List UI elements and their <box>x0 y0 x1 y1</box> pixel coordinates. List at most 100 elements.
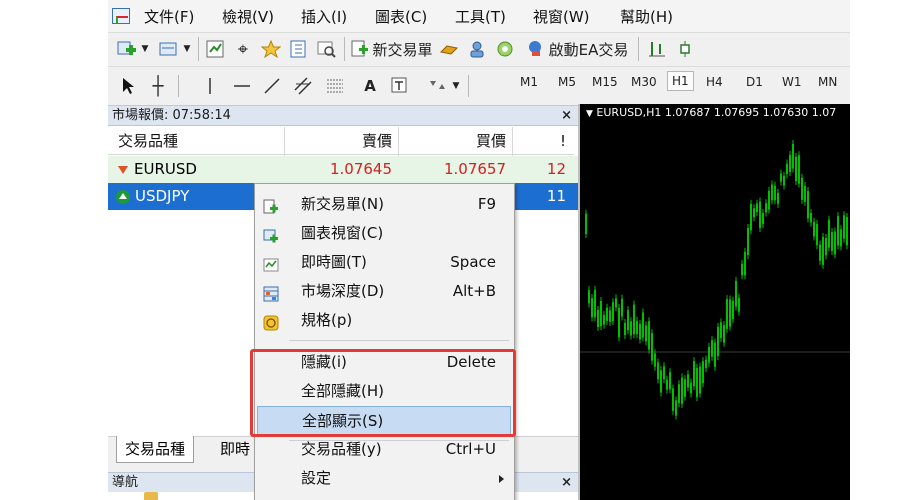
terminal-icon[interactable] <box>288 38 310 60</box>
menu-help[interactable]: 幫助(H) <box>620 6 673 27</box>
trendline-icon[interactable] <box>262 75 282 97</box>
candle-body <box>753 208 755 218</box>
timeframe-m1[interactable]: M1 <box>520 75 538 89</box>
column-header-bid[interactable]: 賣價 <box>284 127 398 155</box>
timeframe-h1[interactable]: H1 <box>667 71 694 91</box>
arrows-icon[interactable] <box>426 75 450 97</box>
equidistant-channel-icon[interactable] <box>292 75 316 97</box>
app-icon[interactable] <box>112 8 130 24</box>
menu-item-specification[interactable]: 規格(p) <box>255 306 514 335</box>
menu-item-shortcut: F9 <box>477 195 496 213</box>
chart-window[interactable]: ▼ EURUSD,H1 1.07687 1.07695 1.07630 1.07 <box>578 104 850 500</box>
candle-body <box>825 237 827 256</box>
menu-item-label: 交易品種(y) <box>301 440 382 458</box>
autotrading-label: 啟動EA交易 <box>548 40 629 59</box>
column-header-spread[interactable]: ! <box>512 127 574 155</box>
toolbar-separator <box>178 75 179 97</box>
candle-body <box>633 304 635 335</box>
menu-separator <box>289 340 509 341</box>
candle-body <box>798 155 800 184</box>
symbol-cell: EURUSD <box>118 156 197 183</box>
menu-item-tick-chart[interactable]: 即時圖(T) Space <box>255 248 514 277</box>
candle-body <box>663 366 665 380</box>
vertical-line-icon[interactable] <box>200 75 220 97</box>
candle-body <box>834 231 836 255</box>
menu-item-shortcut: Alt+B <box>452 282 496 300</box>
tab-symbols[interactable]: 交易品種 <box>116 436 195 463</box>
folder-icon[interactable] <box>144 492 158 500</box>
menu-window[interactable]: 視窗(W) <box>533 6 590 27</box>
timeframe-h4[interactable]: H4 <box>706 75 723 89</box>
table-row[interactable]: EURUSD 1.07645 1.07657 12 <box>108 156 578 183</box>
cursor-icon[interactable] <box>118 75 138 97</box>
gold-bars-icon[interactable] <box>438 38 460 60</box>
new-chart-icon[interactable] <box>116 38 138 60</box>
menu-item-label: 即時圖(T) <box>301 253 367 271</box>
crosshair-tool-icon[interactable]: ┼ <box>148 75 168 97</box>
autotrading-button[interactable]: 啟動EA交易 <box>522 38 632 60</box>
market-watch-icon[interactable] <box>205 38 227 60</box>
candle-body <box>789 154 791 173</box>
menu-view[interactable]: 檢視(V) <box>222 6 274 27</box>
text-label-icon[interactable] <box>388 75 412 97</box>
candle-body <box>813 221 815 237</box>
menu-charts[interactable]: 圖表(C) <box>375 6 427 27</box>
dropdown-arrow-icon[interactable]: ▼ <box>140 38 150 60</box>
symbol-name: USDJPY <box>135 187 190 205</box>
horizontal-line-icon[interactable] <box>232 75 252 97</box>
menu-item-chart-window[interactable]: 圖表視窗(C) <box>255 219 514 248</box>
bar-chart-icon[interactable] <box>646 38 668 60</box>
new-order-label: 新交易單 <box>372 40 433 59</box>
candle-body <box>738 297 740 312</box>
text-tool-icon[interactable]: A <box>360 75 380 97</box>
timeframe-w1[interactable]: W1 <box>782 75 802 89</box>
menu-insert[interactable]: 插入(I) <box>301 6 347 27</box>
candle-body <box>693 361 695 387</box>
timeframe-d1[interactable]: D1 <box>746 75 763 89</box>
strategy-tester-icon[interactable] <box>316 38 338 60</box>
timeframe-m30[interactable]: M30 <box>631 75 657 89</box>
tab-tick-chart[interactable]: 即時 <box>212 436 260 462</box>
menu-item-label: 市場深度(D) <box>301 282 385 300</box>
candle-body <box>675 400 677 416</box>
candle-body <box>729 299 731 327</box>
menu-file[interactable]: 文件(F) <box>144 6 194 27</box>
timeframe-m5[interactable]: M5 <box>558 75 576 89</box>
candle-body <box>726 299 728 329</box>
candle-body <box>717 327 719 357</box>
timeframe-mn[interactable]: MN <box>818 75 837 89</box>
crosshair-icon[interactable]: ⌖ <box>232 38 254 60</box>
menu-item-symbols[interactable]: 交易品種(y) Ctrl+U <box>255 435 514 464</box>
candle-body <box>708 346 710 363</box>
candle-body <box>651 333 653 361</box>
profiles-icon[interactable] <box>158 38 180 60</box>
candle-body <box>594 289 596 318</box>
candle-body <box>807 191 809 219</box>
signals-person-icon[interactable] <box>466 38 488 60</box>
dropdown-arrow-icon[interactable]: ▼ <box>450 75 462 97</box>
fibonacci-icon[interactable] <box>324 75 348 97</box>
drawing-toolbar: ┼ A ▼ <box>108 66 850 106</box>
candlestick-icon[interactable] <box>674 38 696 60</box>
timeframe-m15[interactable]: M15 <box>592 75 618 89</box>
close-icon[interactable]: × <box>561 473 572 493</box>
column-header-symbol[interactable]: 交易品種 <box>108 127 284 155</box>
navigator-icon[interactable] <box>260 38 282 60</box>
dropdown-arrow-icon[interactable]: ▼ <box>182 38 192 60</box>
menu-item-settings[interactable]: 設定 <box>255 464 514 493</box>
candle-body <box>747 227 749 256</box>
new-order-button[interactable]: 新交易單 <box>350 38 434 60</box>
close-icon[interactable]: × <box>561 106 572 126</box>
spread-value: 11 <box>546 187 566 205</box>
menu-tools[interactable]: 工具(T) <box>455 6 506 27</box>
column-header-ask[interactable]: 買價 <box>398 127 512 155</box>
broadcast-icon[interactable] <box>494 38 516 60</box>
menu-item-new-order[interactable]: 新交易單(N) F9 <box>255 190 514 219</box>
candle-body <box>744 251 746 276</box>
candle-body <box>792 143 794 169</box>
menu-item-depth-of-market[interactable]: 市場深度(D) Alt+B <box>255 277 514 306</box>
menu-bar: 文件(F) 檢視(V) 插入(I) 圖表(C) 工具(T) 視窗(W) 幫助(H… <box>108 0 850 32</box>
candle-body <box>711 340 713 357</box>
candle-body <box>648 321 650 350</box>
depth-of-market-icon <box>263 283 279 302</box>
